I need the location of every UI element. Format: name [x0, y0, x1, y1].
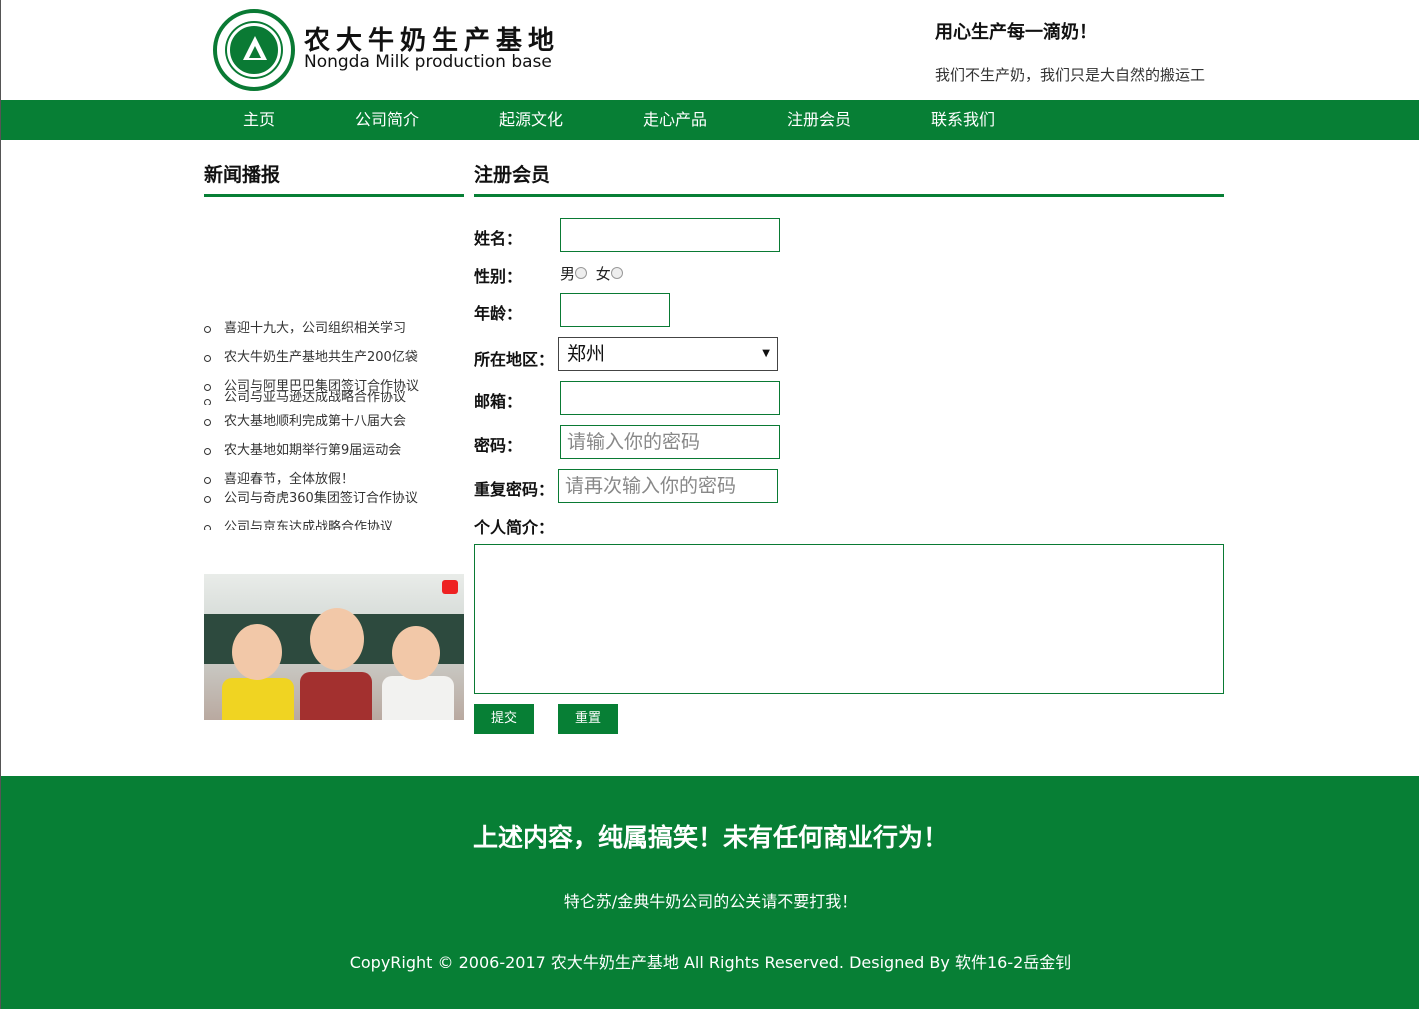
region-label: 所在地区： [474, 350, 555, 369]
email-label: 邮箱： [474, 392, 523, 411]
footer-note: 特仑苏/金典牛奶公司的公关请不要打我！ [563, 892, 858, 911]
news-item[interactable]: 喜迎十九大，公司组织相关学习 [204, 318, 464, 347]
university-seal-logo [213, 9, 295, 91]
news-item[interactable]: 喜迎春节，全体放假！ [204, 469, 464, 488]
gender-label: 性别： [474, 267, 523, 286]
nav-item-about[interactable]: 公司简介 [355, 100, 419, 140]
slogan: 用心生产每一滴奶！ [935, 22, 1097, 43]
repeat-password-label: 重复密码： [474, 480, 555, 499]
reset-button[interactable]: 重置 [558, 704, 618, 734]
password-input[interactable] [560, 425, 780, 459]
name-input[interactable] [560, 218, 780, 252]
register-heading: 注册会员 [474, 160, 1224, 197]
news-heading: 新闻播报 [204, 160, 464, 197]
nav-item-products[interactable]: 走心产品 [643, 100, 707, 140]
footer-copyright: CopyRight © 2006-2017 农大牛奶生产基地 All Right… [349, 953, 1072, 972]
repeat-password-input[interactable] [558, 469, 778, 503]
video-play-icon[interactable] [442, 580, 458, 594]
main-nav: 主页 公司简介 起源文化 走心产品 注册会员 联系我们 [1, 100, 1419, 140]
region-select[interactable]: 郑州 ▼ [558, 337, 778, 371]
region-selected-value: 郑州 [567, 343, 606, 365]
age-input[interactable] [560, 293, 670, 327]
site-header: 农大牛奶生产基地 Nongda Milk production base 用心生… [1, 0, 1419, 100]
intro-textarea[interactable] [474, 544, 1224, 694]
gender-radio-group: 男 女 [560, 263, 627, 284]
news-item[interactable]: 公司与京东达成战略合作协议 [204, 517, 464, 530]
news-item[interactable]: 农大基地顺利完成第十八届大会 [204, 411, 464, 440]
nav-item-home[interactable]: 主页 [243, 100, 275, 140]
news-item[interactable]: 公司与奇虎360集团签订合作协议 [204, 488, 464, 517]
password-label: 密码： [474, 436, 523, 455]
site-subtitle: Nongda Milk production base [304, 52, 552, 72]
nav-item-culture[interactable]: 起源文化 [499, 100, 563, 140]
gender-female-radio[interactable] [610, 267, 623, 279]
footer-disclaimer: 上述内容，纯属搞笑！未有任何商业行为！ [472, 823, 948, 852]
gender-female-label: 女 [595, 265, 611, 283]
slogan-sub: 我们不生产奶，我们只是大自然的搬运工 [935, 66, 1206, 84]
children-photo [204, 574, 464, 720]
nav-item-contact[interactable]: 联系我们 [931, 100, 995, 140]
news-marquee: 喜迎十九大，公司组织相关学习 农大牛奶生产基地共生产200亿袋 公司与阿里巴巴集… [204, 318, 464, 530]
email-input[interactable] [560, 381, 780, 415]
news-item[interactable]: 农大牛奶生产基地共生产200亿袋 [204, 347, 464, 376]
name-label: 姓名： [474, 229, 523, 248]
gender-male-radio[interactable] [575, 267, 588, 279]
nav-item-register[interactable]: 注册会员 [787, 100, 851, 140]
gender-male-label: 男 [560, 265, 576, 283]
age-label: 年龄： [474, 304, 523, 323]
news-item[interactable]: 农大基地如期举行第9届运动会 [204, 440, 464, 469]
submit-button[interactable]: 提交 [474, 704, 534, 734]
news-item[interactable]: 公司与亚马逊达成战略合作协议 [204, 391, 464, 405]
dropdown-caret-icon: ▼ [762, 348, 770, 359]
site-footer: 上述内容，纯属搞笑！未有任何商业行为！ 特仑苏/金典牛奶公司的公关请不要打我！ … [1, 776, 1419, 1009]
intro-label: 个人简介： [474, 518, 555, 537]
